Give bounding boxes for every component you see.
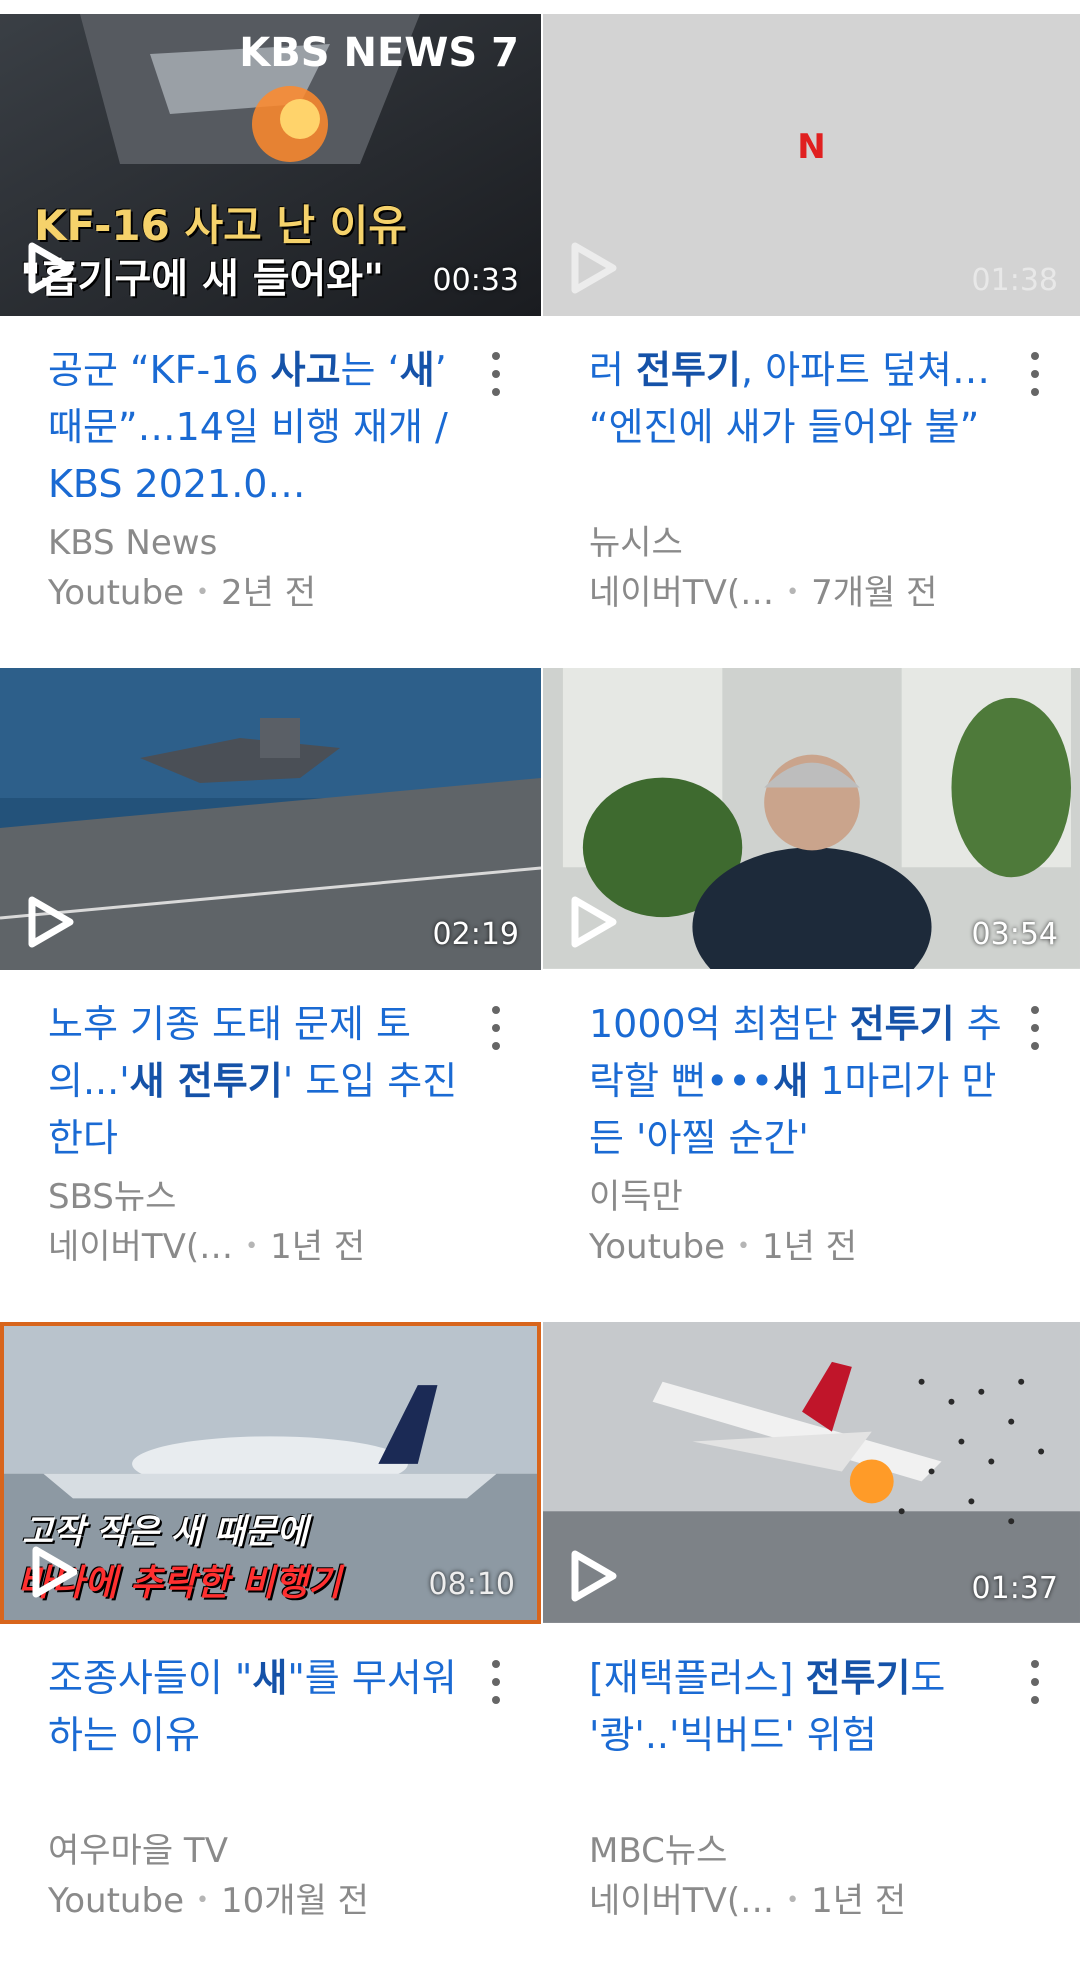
title-keyword: 전투기 [636,348,741,392]
separator-dot: • [195,580,209,605]
video-thumbnail[interactable]: N 01:38 [543,14,1080,316]
video-meta: KBS News Youtube • 2년 전 [48,518,471,618]
video-meta: 여우마을 TV Youtube • 10개월 전 [48,1826,471,1926]
separator-dot: • [786,580,800,605]
video-duration: 01:37 [971,1571,1058,1606]
video-info: 조종사들이 "새"를 무서워하는 이유 여우마을 TV Youtube • 10… [0,1624,541,1926]
video-meta: 뉴시스 네이버TV(… • 7개월 전 [589,518,1010,618]
play-icon [571,1550,617,1602]
video-age: 7개월 전 [811,573,938,613]
video-source: 네이버TV(… [48,1227,234,1267]
play-icon [28,896,74,948]
video-meta: SBS뉴스 네이버TV(… • 1년 전 [48,1172,471,1272]
source-row: 네이버TV(… • 1년 전 [48,1222,471,1272]
video-duration: 00:33 [432,263,519,298]
video-card[interactable]: KBS NEWS 7 KF-16 사고 난 이유 "흡기구에 새 들어와" 00… [0,14,541,668]
title-keyword: 사고 [270,348,341,392]
video-info: 공군 “KF-16 사고는 ‘새’ 때문”…14일 비행 재개 / KBS 20… [0,316,541,618]
title-text: 는 ‘ [340,348,400,392]
video-source: Youtube [589,1227,725,1267]
video-age: 1년 전 [270,1227,366,1267]
video-card[interactable]: 03:54 1000억 최첨단 전투기 추락할 뻔•••새 1마리가 만든 '아… [541,668,1080,1322]
video-info: 러 전투기, 아파트 덮쳐… “엔진에 새가 들어와 불” 뉴시스 네이버TV(… [541,316,1080,618]
play-icon [32,1546,78,1598]
source-row: Youtube • 1년 전 [589,1222,1010,1272]
video-title[interactable]: 노후 기종 도태 문제 토의...'새 전투기' 도입 추진한다 [48,996,471,1167]
video-thumbnail[interactable]: KBS NEWS 7 KF-16 사고 난 이유 "흡기구에 새 들어와" 00… [0,14,541,316]
video-duration: 01:38 [971,263,1058,298]
more-vertical-icon[interactable] [1028,352,1042,396]
video-source: Youtube [48,1881,184,1921]
thumbnail-caption-2: "흡기구에 새 들어와" [20,256,384,302]
channel-name: KBS News [48,523,218,563]
play-icon [571,896,617,948]
title-keyword: 새 [773,1059,809,1103]
title-text: 조종사들이 " [48,1656,253,1700]
naver-logo: N [797,126,826,167]
source-row: Youtube • 10개월 전 [48,1876,471,1926]
title-keyword: 새 [399,348,435,392]
video-age: 1년 전 [811,1881,907,1921]
title-text: 러 [589,348,637,392]
channel-name: 이득만 [589,1177,683,1217]
title-keyword: 새 전투기 [129,1059,283,1103]
video-thumbnail[interactable]: 02:19 [0,668,541,970]
video-title[interactable]: 1000억 최첨단 전투기 추락할 뻔•••새 1마리가 만든 '아찔 순간' [589,996,1010,1167]
video-thumbnail[interactable]: 03:54 [543,668,1080,970]
separator-dot: • [786,1888,800,1913]
more-vertical-icon[interactable] [1028,1660,1042,1704]
video-title[interactable]: 조종사들이 "새"를 무서워하는 이유 [48,1650,471,1821]
video-meta: MBC뉴스 네이버TV(… • 1년 전 [589,1826,1010,1926]
video-card[interactable]: 02:19 노후 기종 도태 문제 토의...'새 전투기' 도입 추진한다 S… [0,668,541,1322]
video-info: 1000억 최첨단 전투기 추락할 뻔•••새 1마리가 만든 '아찔 순간' … [541,970,1080,1272]
video-grid: KBS NEWS 7 KF-16 사고 난 이유 "흡기구에 새 들어와" 00… [0,14,1080,1976]
source-row: Youtube • 2년 전 [48,568,471,618]
video-title[interactable]: 공군 “KF-16 사고는 ‘새’ 때문”…14일 비행 재개 / KBS 20… [48,342,471,513]
video-duration: 03:54 [971,917,1058,952]
video-source: 네이버TV(… [589,1881,775,1921]
play-icon [28,242,74,294]
title-text: 1000억 최첨단 [589,1002,850,1046]
video-source: 네이버TV(… [589,573,775,613]
source-row: 네이버TV(… • 7개월 전 [589,568,1010,618]
play-icon [571,242,617,294]
video-info: [재택플러스] 전투기도 '쾅'..'빅버드' 위험 MBC뉴스 네이버TV(…… [541,1624,1080,1926]
separator-dot: • [245,1234,259,1259]
video-card[interactable]: 고작 작은 새 때문에 바다에 추락한 비행기 08:10 조종사들이 "새"를… [0,1322,541,1976]
channel-name: SBS뉴스 [48,1177,177,1217]
video-card[interactable]: N 01:38 러 전투기, 아파트 덮쳐… “엔진에 새가 들어와 불” 뉴시… [541,14,1080,668]
video-duration: 02:19 [432,917,519,952]
separator-dot: • [736,1234,750,1259]
title-text: 공군 “KF-16 [48,348,271,392]
separator-dot: • [195,1888,209,1913]
title-text: [재택플러스] [589,1656,806,1700]
title-keyword: 새 [252,1656,288,1700]
video-duration: 08:10 [428,1567,515,1602]
thumbnail-caption-1: KF-16 사고 난 이유 [34,201,407,250]
video-source: Youtube [48,573,184,613]
more-vertical-icon[interactable] [489,1006,503,1050]
title-keyword: 전투기 [805,1656,911,1700]
channel-name: 여우마을 TV [48,1831,228,1871]
video-age: 10개월 전 [220,1881,369,1921]
more-vertical-icon[interactable] [489,1660,503,1704]
source-row: 네이버TV(… • 1년 전 [589,1876,1010,1926]
video-info: 노후 기종 도태 문제 토의...'새 전투기' 도입 추진한다 SBS뉴스 네… [0,970,541,1272]
video-title[interactable]: [재택플러스] 전투기도 '쾅'..'빅버드' 위험 [589,1650,1010,1821]
video-thumbnail[interactable]: 고작 작은 새 때문에 바다에 추락한 비행기 08:10 [0,1322,541,1624]
more-vertical-icon[interactable] [489,352,503,396]
channel-logo: KBS NEWS 7 [239,30,519,76]
video-card[interactable]: 01:37 [재택플러스] 전투기도 '쾅'..'빅버드' 위험 MBC뉴스 네… [541,1322,1080,1976]
video-meta: 이득만 Youtube • 1년 전 [589,1172,1010,1272]
title-keyword: 전투기 [849,1002,955,1046]
video-title[interactable]: 러 전투기, 아파트 덮쳐… “엔진에 새가 들어와 불” [589,342,1010,513]
channel-name: 뉴시스 [589,523,683,563]
video-age: 2년 전 [220,573,316,613]
video-age: 1년 전 [761,1227,857,1267]
more-vertical-icon[interactable] [1028,1006,1042,1050]
video-thumbnail[interactable]: 01:37 [543,1322,1080,1624]
channel-name: MBC뉴스 [589,1831,728,1871]
